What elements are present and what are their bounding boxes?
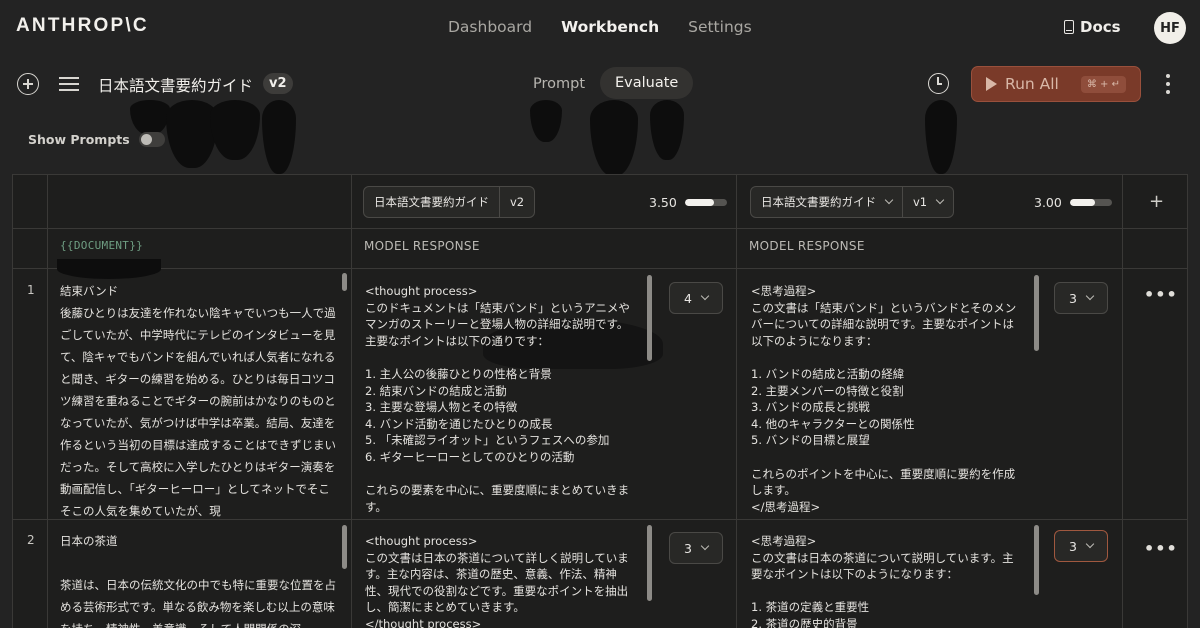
docs-link[interactable]: Docs xyxy=(1064,18,1121,36)
chevron-down-icon xyxy=(700,291,710,301)
prompt-a-version: v2 xyxy=(499,187,534,217)
row-1-response-b-scrollbar[interactable] xyxy=(1034,275,1039,351)
row-2-more-options[interactable]: ••• xyxy=(1144,539,1178,558)
chevron-down-icon xyxy=(1085,539,1095,549)
book-icon xyxy=(1064,20,1074,34)
run-all-shortcut: ⌘ + ↵ xyxy=(1080,75,1126,93)
row-1-document: 結束バンド 後藤ひとりは友達を作れない陰キャでいつも一人で過ごしていたが、中学時… xyxy=(60,284,336,518)
prompt-b-name-dropdown[interactable]: 日本語文書要約ガイド xyxy=(751,187,902,217)
prompt-b-score-bar xyxy=(1069,199,1112,206)
variable-column-header: {{DOCUMENT}} xyxy=(60,239,144,252)
prompt-a-selector[interactable]: 日本語文書要約ガイド v2 xyxy=(363,186,536,218)
prompt-title[interactable]: 日本語文書要約ガイド xyxy=(98,74,253,96)
prompt-b-score-bar-fill xyxy=(1069,199,1096,206)
mode-tab-evaluate[interactable]: Evaluate xyxy=(600,67,694,99)
row-2-response-b: <思考過程> この文書は日本の茶道について説明しています。主要なポイントは以下の… xyxy=(751,534,1014,628)
row-number: 1 xyxy=(27,283,35,297)
prompt-b-version: v1 xyxy=(913,195,928,209)
chevron-down-icon xyxy=(700,541,710,551)
prompt-version-badge[interactable]: v2 xyxy=(263,73,293,94)
run-all-label: Run All xyxy=(1005,75,1059,93)
row-2-document: 日本の茶道 茶道は、日本の伝統文化の中でも特に重要な位置を占める芸術形式です。単… xyxy=(60,534,336,628)
decor-drip xyxy=(925,100,957,174)
row-1-rating-b[interactable]: 3 xyxy=(1054,282,1108,314)
decor-drip xyxy=(130,100,170,135)
row-2-rating-a[interactable]: 3 xyxy=(669,532,723,564)
anthropic-logo[interactable]: ANTHROP\C xyxy=(16,15,149,37)
row-1-more-options[interactable]: ••• xyxy=(1144,285,1178,304)
docs-label: Docs xyxy=(1080,18,1121,36)
response-b-header: MODEL RESPONSE xyxy=(749,239,865,253)
history-icon[interactable] xyxy=(928,73,949,94)
chevron-down-icon xyxy=(1085,291,1095,301)
new-prompt-plus-icon[interactable] xyxy=(17,73,39,95)
add-column-button[interactable]: + xyxy=(1149,191,1164,212)
decor-drip xyxy=(650,100,684,160)
prompt-b-version-dropdown[interactable]: v1 xyxy=(902,187,953,217)
prompt-list-icon[interactable] xyxy=(59,76,79,92)
user-avatar[interactable]: HF xyxy=(1154,12,1186,44)
decor-drip xyxy=(262,100,296,174)
chevron-down-icon xyxy=(935,195,945,205)
decor-drip xyxy=(530,100,562,142)
row-1-response-b: <思考過程> この文書は「結束バンド」というバンドとそのメンバーについての詳細な… xyxy=(751,284,1017,513)
prompt-a-score: 3.50 xyxy=(649,195,727,210)
rating-value: 3 xyxy=(1069,290,1077,306)
response-a-header: MODEL RESPONSE xyxy=(364,239,480,253)
rating-value: 3 xyxy=(684,540,692,556)
row-2-response-b-scrollbar[interactable] xyxy=(1034,525,1039,595)
play-icon xyxy=(986,77,997,91)
show-prompts-toggle-row: Show Prompts xyxy=(28,132,165,147)
row-1-document-scrollbar[interactable] xyxy=(342,273,347,291)
show-prompts-toggle[interactable] xyxy=(138,132,165,147)
run-all-button[interactable]: Run All ⌘ + ↵ xyxy=(971,66,1141,102)
row-2-document-scrollbar[interactable] xyxy=(342,525,347,569)
top-nav: ANTHROP\C Dashboard Workbench Settings D… xyxy=(0,0,1200,54)
show-prompts-label: Show Prompts xyxy=(28,132,130,147)
nav-tab-dashboard[interactable]: Dashboard xyxy=(448,18,532,36)
prompt-b-score-value: 3.00 xyxy=(1034,195,1062,210)
prompt-a-name: 日本語文書要約ガイド xyxy=(374,195,489,209)
row-2-response-a-scrollbar[interactable] xyxy=(647,525,652,601)
rating-value: 4 xyxy=(684,290,692,306)
main-nav-tabs: Dashboard Workbench Settings xyxy=(448,18,752,36)
more-options-icon[interactable] xyxy=(1166,74,1170,94)
row-1-rating-a[interactable]: 4 xyxy=(669,282,723,314)
decor-drip xyxy=(590,100,638,176)
decor-drip xyxy=(210,100,260,160)
row-2-response-a: <thought process> この文書は日本の茶道について詳しく説明してい… xyxy=(365,534,629,628)
evaluation-grid: 日本語文書要約ガイド v2 3.50 日本語文書要約ガイド v1 3.00 + … xyxy=(12,174,1188,628)
decor-drip xyxy=(57,259,161,279)
prompt-a-score-value: 3.50 xyxy=(649,195,677,210)
prompt-a-score-bar-fill xyxy=(684,199,715,206)
prompt-b-selector[interactable]: 日本語文書要約ガイド v1 xyxy=(750,186,955,218)
row-2-rating-b[interactable]: 3 xyxy=(1054,530,1108,562)
mode-tab-prompt[interactable]: Prompt xyxy=(533,76,585,92)
chevron-down-icon xyxy=(884,195,894,205)
row-1-response-a-scrollbar[interactable] xyxy=(647,275,652,361)
nav-tab-workbench[interactable]: Workbench xyxy=(561,18,659,36)
row-1-response-a: <thought process> このドキュメントは「結束バンド」というアニメ… xyxy=(365,284,630,513)
prompt-b-name: 日本語文書要約ガイド xyxy=(761,195,876,209)
rating-value: 3 xyxy=(1069,538,1077,554)
row-number: 2 xyxy=(27,533,35,547)
nav-tab-settings[interactable]: Settings xyxy=(688,18,752,36)
prompt-b-score: 3.00 xyxy=(1034,195,1112,210)
prompt-a-score-bar xyxy=(684,199,727,206)
